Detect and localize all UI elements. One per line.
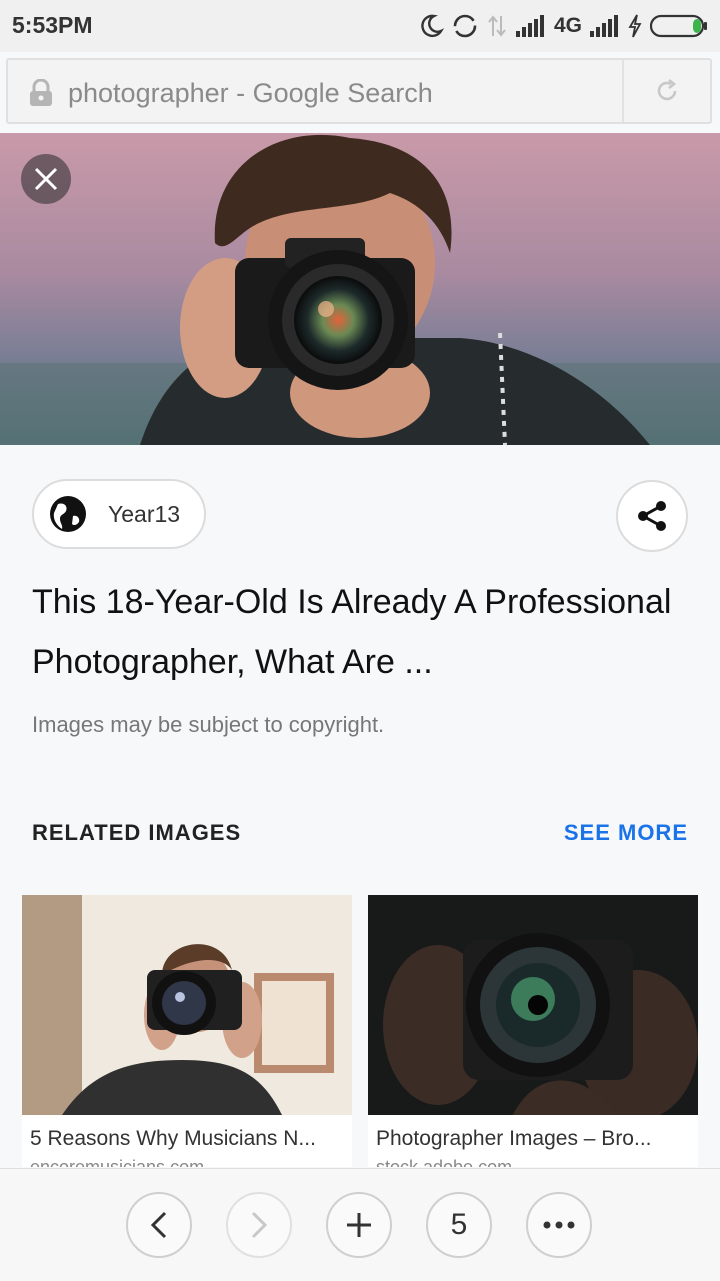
related-image-domain: encoremusicians.com	[30, 1157, 205, 1167]
address-bar[interactable]: photographer - Google Search	[6, 58, 712, 124]
data-arrows-icon	[488, 15, 506, 37]
bottom-navigation: 5	[0, 1168, 720, 1281]
related-images-heading: RELATED IMAGES	[32, 820, 242, 845]
related-thumbnail[interactable]	[368, 895, 698, 1115]
moon-icon	[421, 14, 444, 38]
new-tab-icon	[347, 1213, 371, 1237]
source-chip[interactable]: Year13	[32, 479, 207, 549]
signal-icon	[515, 15, 544, 37]
back-icon	[150, 1211, 167, 1239]
related-thumbnail[interactable]	[22, 895, 352, 1115]
share-button[interactable]	[616, 480, 688, 552]
reload-icon[interactable]	[654, 78, 680, 104]
more-icon	[543, 1221, 575, 1229]
signal-icon	[590, 15, 618, 37]
related-image-title[interactable]: Photographer Images – Bro...	[376, 1127, 694, 1151]
lock-icon	[30, 79, 52, 106]
network-type: 4G	[553, 14, 582, 37]
forward-icon	[251, 1211, 268, 1239]
copyright-notice: Images may be subject to copyright.	[32, 712, 385, 737]
related-image-title[interactable]: 5 Reasons Why Musicians N...	[30, 1127, 348, 1151]
status-time: 5:53PM	[12, 12, 93, 38]
back-button[interactable]	[126, 1192, 192, 1258]
related-image-card[interactable]: 5 Reasons Why Musicians N... encoremusic…	[22, 895, 352, 1167]
new-tab-button[interactable]	[326, 1192, 392, 1258]
forward-button[interactable]	[226, 1192, 292, 1258]
image-title[interactable]: This 18-Year-Old Is Already A Profession…	[32, 572, 692, 692]
status-icons: 4G	[418, 10, 708, 42]
see-more-link[interactable]: SEE MORE	[564, 820, 688, 846]
tabs-button[interactable]: 5	[426, 1192, 492, 1258]
globe-icon	[50, 496, 86, 532]
address-divider	[622, 60, 624, 122]
battery-icon	[650, 14, 707, 38]
more-button[interactable]	[526, 1192, 592, 1258]
status-bar: 5:53PM 4G	[0, 0, 720, 52]
related-image-card[interactable]: Photographer Images – Bro... stock.adobe…	[368, 895, 698, 1167]
close-preview-button[interactable]	[21, 154, 71, 204]
url-text[interactable]: photographer - Google Search	[68, 78, 433, 109]
share-icon	[638, 501, 666, 531]
close-icon	[34, 167, 58, 191]
source-name: Year13	[108, 500, 181, 527]
tab-count: 5	[450, 1208, 468, 1241]
related-image-domain: stock.adobe.com	[376, 1157, 513, 1167]
preview-image[interactable]	[0, 133, 720, 445]
charging-icon	[628, 14, 642, 38]
sync-icon	[453, 14, 477, 38]
